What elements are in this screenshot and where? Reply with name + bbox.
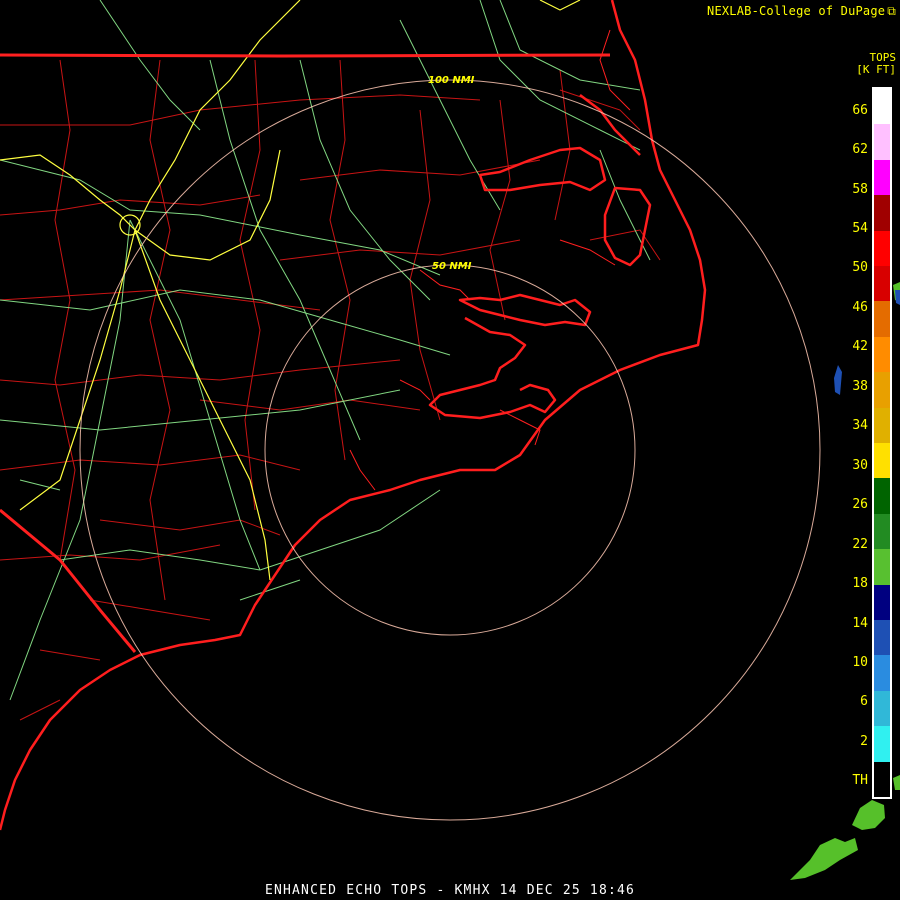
legend-swatch	[874, 336, 890, 373]
legend-label: 30	[852, 458, 868, 473]
legend-swatch	[874, 407, 890, 444]
legend-swatch	[874, 89, 890, 125]
credit-text: NEXLAB-College of DuPage	[707, 4, 886, 18]
legend-swatch	[874, 726, 890, 763]
legend-swatch	[874, 478, 890, 515]
legend-label: 58	[852, 182, 868, 197]
legend-label: 26	[852, 497, 868, 512]
radar-map: 50 NMI 100 NMI	[0, 0, 900, 900]
legend-label: 54	[852, 221, 868, 236]
external-link-icon[interactable]: ⧉	[887, 4, 896, 19]
legend-label: TH	[852, 773, 868, 788]
legend-label: 2	[860, 734, 868, 749]
legend-swatch	[874, 761, 890, 798]
legend-swatch	[874, 443, 890, 479]
legend-label: 42	[852, 339, 868, 354]
legend-swatch	[874, 372, 890, 409]
legend-label: 38	[852, 379, 868, 394]
legend-label: 14	[852, 616, 868, 631]
legend-swatch	[874, 159, 890, 196]
legend-title: TOPS [K FT]	[822, 52, 896, 76]
legend-label: 66	[852, 103, 868, 118]
legend-title-line2: [K FT]	[856, 63, 896, 76]
legend-label: 34	[852, 418, 868, 433]
legend-swatch	[874, 620, 890, 656]
legend-label: 22	[852, 537, 868, 552]
legend-swatch	[874, 549, 890, 586]
legend-swatch	[874, 195, 890, 232]
color-legend-bar	[872, 87, 892, 799]
credit-line: NEXLAB-College of DuPage ⧉	[707, 4, 896, 19]
legend-swatch	[874, 584, 890, 621]
legend-swatch	[874, 266, 890, 302]
legend-label: 18	[852, 576, 868, 591]
product-caption: ENHANCED ECHO TOPS - KMHX 14 DEC 25 18:4…	[264, 883, 636, 898]
legend-swatch	[874, 124, 890, 161]
range-ring-label-50: 50 NMI	[432, 261, 472, 272]
legend-label: 62	[852, 142, 868, 157]
legend-label: 10	[852, 655, 868, 670]
legend-swatch	[874, 301, 890, 338]
legend-swatch	[874, 230, 890, 267]
legend-label: 6	[860, 694, 868, 709]
range-ring-label-100: 100 NMI	[428, 75, 475, 86]
legend-swatch	[874, 655, 890, 692]
legend-label: 50	[852, 260, 868, 275]
legend-label: 46	[852, 300, 868, 315]
legend-swatch	[874, 513, 890, 550]
legend-swatch	[874, 690, 890, 727]
